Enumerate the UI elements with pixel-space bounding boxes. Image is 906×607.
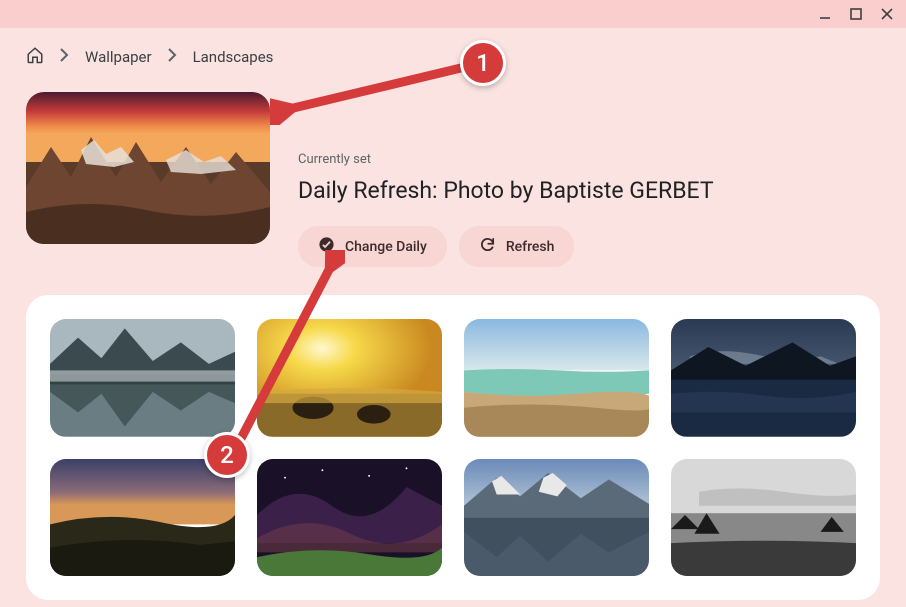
wallpaper-thumb[interactable] (257, 459, 442, 577)
refresh-label: Refresh (506, 239, 555, 255)
wallpaper-thumb[interactable] (50, 459, 235, 577)
wallpaper-thumb[interactable] (50, 319, 235, 437)
wallpaper-thumb[interactable] (464, 459, 649, 577)
maximize-button[interactable] (850, 8, 862, 20)
checkmark-circle-icon (318, 236, 335, 257)
breadcrumb-wallpaper[interactable]: Wallpaper (85, 48, 152, 66)
refresh-icon (479, 236, 496, 257)
breadcrumb-landscapes[interactable]: Landscapes (193, 48, 274, 66)
wallpaper-thumb[interactable] (671, 319, 856, 437)
minimize-button[interactable] (818, 7, 832, 21)
wallpaper-thumb[interactable] (464, 319, 649, 437)
chevron-right-icon (60, 48, 69, 66)
refresh-button[interactable]: Refresh (459, 226, 575, 267)
current-wallpaper-preview (26, 92, 270, 244)
wallpaper-thumb[interactable] (257, 319, 442, 437)
wallpaper-thumb[interactable] (671, 459, 856, 577)
wallpaper-title: Daily Refresh: Photo by Baptiste GERBET (298, 177, 714, 204)
change-daily-button[interactable]: Change Daily (298, 226, 447, 267)
close-button[interactable] (880, 7, 894, 21)
home-icon[interactable] (26, 46, 44, 68)
breadcrumb: Wallpaper Landscapes (26, 46, 880, 68)
change-daily-label: Change Daily (345, 239, 427, 255)
titlebar (0, 0, 906, 28)
chevron-right-icon (168, 48, 177, 66)
wallpaper-grid-container (26, 295, 880, 600)
currently-set-label: Currently set (298, 152, 714, 167)
